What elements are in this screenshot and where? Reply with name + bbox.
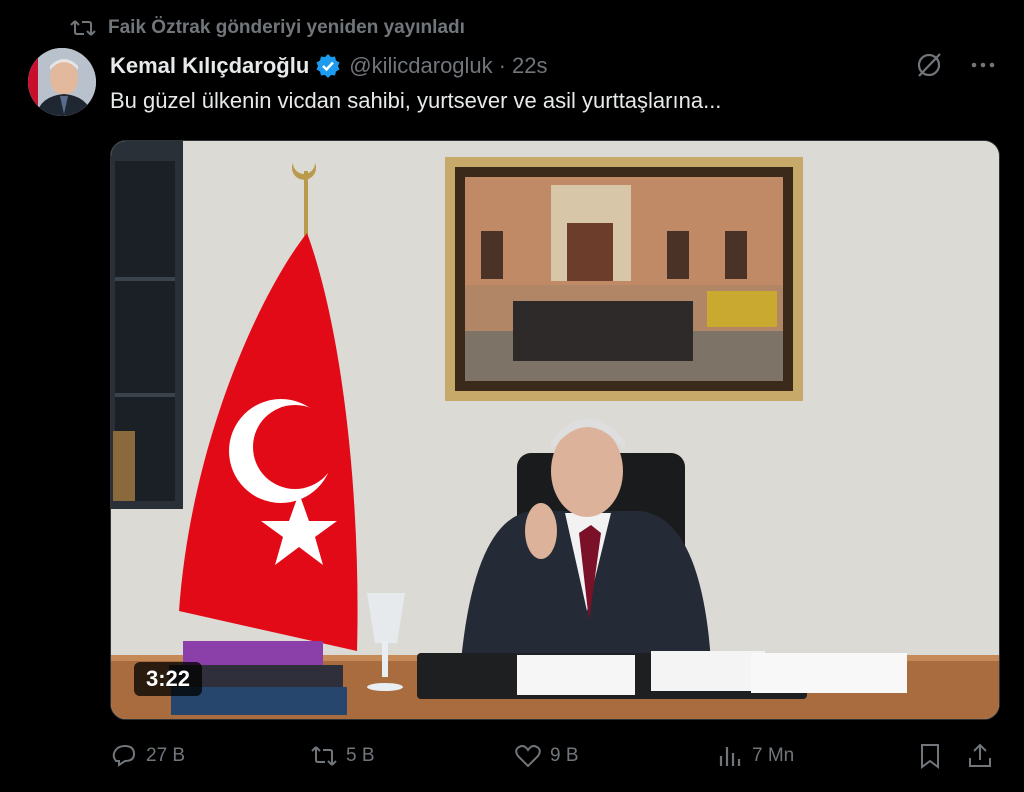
grok-button[interactable]	[914, 50, 944, 80]
more-options-button[interactable]	[968, 50, 998, 80]
share-icon	[969, 743, 991, 767]
video-duration: 3:22	[134, 662, 203, 696]
bookmark-button[interactable]	[916, 738, 944, 774]
heart-icon	[515, 745, 541, 768]
retweet-count: 5 B	[346, 745, 375, 766]
retweet-button[interactable]: 5 B	[310, 738, 375, 774]
like-count: 9 B	[550, 745, 579, 766]
tweet-header: Kemal Kılıçdaroğlu @kilicdarogluk · 22s	[110, 50, 547, 82]
retweet-action-icon	[311, 746, 337, 766]
like-button[interactable]: 9 B	[514, 738, 579, 774]
video-thumbnail	[111, 141, 999, 719]
tweet-text: Bu güzel ülkenin vicdan sahibi, yurtseve…	[110, 88, 722, 113]
more-icon	[971, 62, 995, 68]
tweet-top-actions	[914, 50, 998, 80]
timestamp[interactable]: 22s	[512, 53, 547, 79]
views-icon	[719, 747, 741, 766]
author-handle[interactable]: @kilicdarogluk	[349, 53, 492, 79]
avatar[interactable]	[28, 48, 96, 116]
reply-button[interactable]: 27 B	[110, 738, 185, 774]
view-count: 7 Mn	[752, 745, 795, 766]
separator-dot: ·	[498, 53, 506, 78]
share-button[interactable]	[966, 738, 994, 774]
author-name[interactable]: Kemal Kılıçdaroğlu	[110, 53, 309, 79]
views-button[interactable]: 7 Mn	[716, 738, 794, 774]
retweet-icon	[70, 20, 96, 36]
retweet-text: Faik Öztrak gönderiyi yeniden yayınladı	[108, 17, 465, 38]
verified-badge-icon[interactable]	[315, 53, 341, 79]
reply-icon	[112, 744, 136, 767]
video-player[interactable]	[110, 140, 1000, 720]
grok-icon	[917, 53, 941, 77]
retweet-context[interactable]: Faik Öztrak gönderiyi yeniden yayınladı	[70, 14, 465, 42]
reply-count: 27 B	[146, 745, 186, 766]
avatar-image	[28, 48, 96, 116]
bookmark-icon	[921, 744, 939, 769]
tweet-actions: 27 B 5 B 9 B 7 Mn	[110, 738, 998, 774]
